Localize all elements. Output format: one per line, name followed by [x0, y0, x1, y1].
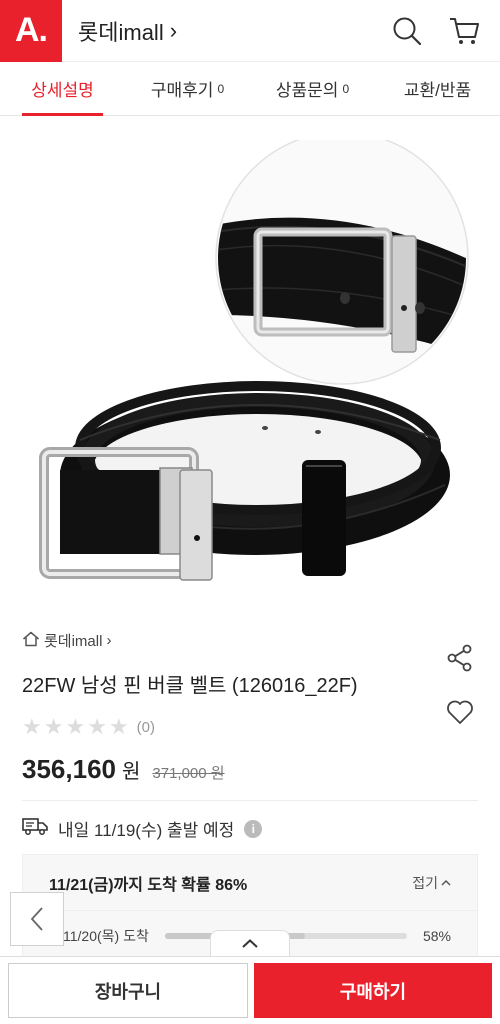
star-icon: ★ [87, 714, 107, 739]
chevron-right-icon: › [169, 17, 178, 43]
chevron-right-icon: › [106, 632, 112, 649]
product-image[interactable] [0, 131, 500, 595]
chevron-left-icon [30, 907, 43, 931]
collapse-handle[interactable] [210, 930, 290, 956]
store-breadcrumb[interactable]: 롯데imall › [22, 630, 478, 651]
product-tabs: 상세설명 구매후기 0 상품문의 0 교환/반품 [0, 62, 500, 116]
shipping-info: 내일 11/19(수) 출발 예정 i [22, 816, 478, 841]
bottom-action-bar: 장바구니 구매하기 [0, 956, 500, 1024]
star-icon: ★ [22, 714, 42, 739]
chevron-up-icon [441, 879, 451, 886]
chevron-up-icon [242, 939, 258, 948]
lotte-logo[interactable]: A. [0, 0, 62, 62]
product-title: 22FW 남성 핀 버클 벨트 (126016_22F) [22, 675, 358, 697]
tab-label: 상세설명 [31, 81, 94, 100]
review-count: (0) [136, 718, 156, 736]
add-to-cart-button[interactable]: 장바구니 [8, 963, 248, 1018]
truck-icon [22, 816, 48, 841]
tab-label: 교환/반품 [403, 81, 472, 100]
original-price: 371,000 원 [152, 765, 225, 782]
arrival-row-label: 11/20(목) 도착 [63, 928, 149, 944]
tab-qna[interactable]: 상품문의 0 [250, 62, 375, 115]
tab-reviews[interactable]: 구매후기 0 [125, 62, 250, 115]
divider [22, 800, 478, 801]
info-icon[interactable]: i [244, 819, 263, 838]
tab-count: 0 [217, 81, 225, 96]
tab-count: 0 [342, 81, 350, 96]
mall-title-link[interactable]: 롯데imall › [78, 15, 177, 47]
shipping-text: 내일 11/19(수) 출발 예정 [58, 821, 235, 840]
mall-name: 롯데imall [78, 19, 164, 45]
rating[interactable]: ★ ★ ★ ★ ★ (0) [22, 714, 478, 740]
tab-label: 구매후기 [150, 81, 214, 100]
product-info: 롯데imall › 22FW 남성 핀 버클 벨트 (126016_22F) ★… [22, 630, 478, 785]
star-icon: ★ [108, 714, 129, 739]
star-icon: ★ [43, 714, 64, 739]
breadcrumb-label: 롯데imall [44, 633, 103, 650]
star-icon: ★ [65, 714, 86, 739]
tab-details[interactable]: 상세설명 [0, 62, 125, 116]
tab-exchange-return[interactable]: 교환/반품 [375, 62, 500, 115]
price-row: 356,160 원 371,000 원 [22, 754, 478, 785]
arrival-row-percent: 58% [422, 928, 451, 944]
fold-label: 접기 [412, 874, 438, 891]
sale-price: 356,160 [22, 754, 116, 784]
cart-icon[interactable] [448, 16, 480, 46]
tab-label: 상품문의 [275, 81, 339, 100]
app-header: A. 롯데imall › [0, 0, 500, 62]
fold-button[interactable]: 접기 [412, 873, 451, 893]
arrival-title: 11/21(금)까지 도착 확률 86% [49, 876, 248, 894]
home-icon [22, 631, 40, 651]
buy-now-button[interactable]: 구매하기 [254, 963, 492, 1018]
currency: 원 [121, 761, 141, 783]
back-button[interactable] [10, 892, 64, 946]
search-icon[interactable] [392, 16, 422, 46]
